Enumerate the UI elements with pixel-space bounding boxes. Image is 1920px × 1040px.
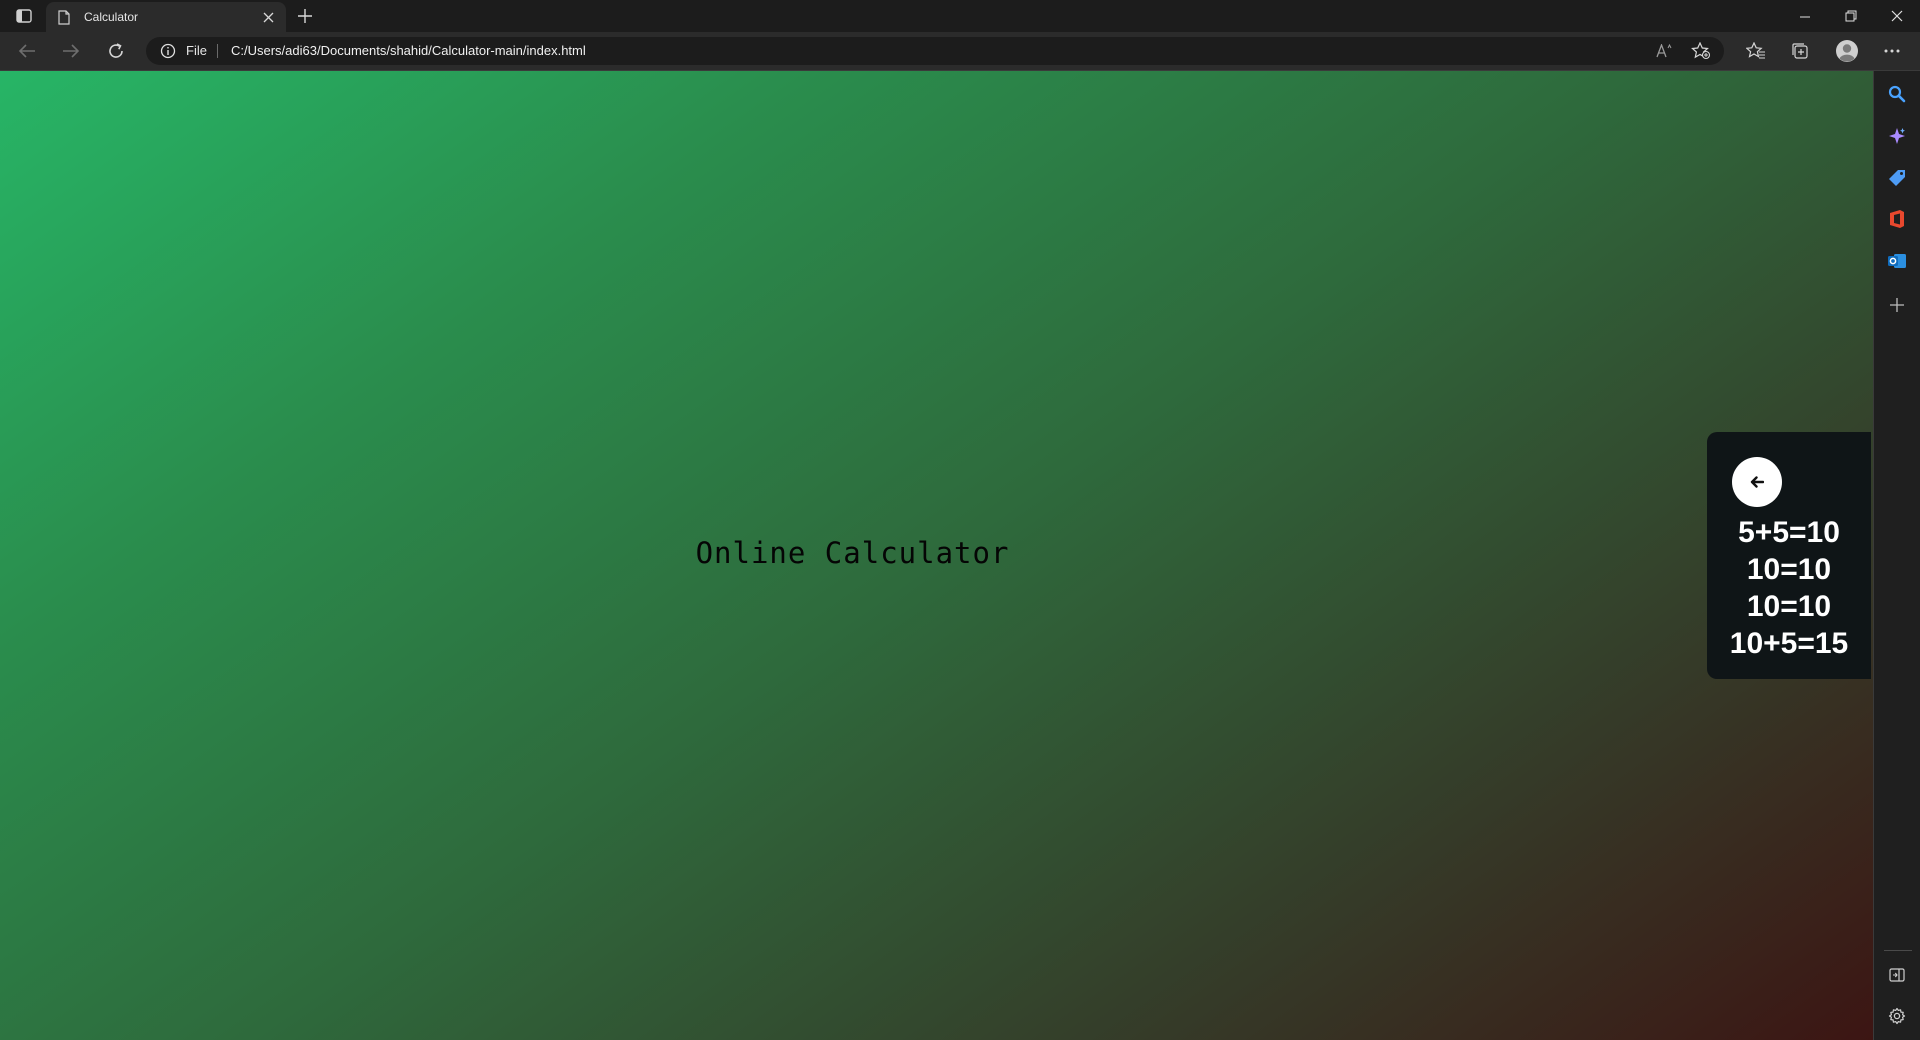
close-icon bbox=[1891, 10, 1903, 22]
office-icon bbox=[1890, 210, 1904, 228]
favorites-icon bbox=[1746, 42, 1765, 59]
history-item[interactable]: 10=10 bbox=[1707, 551, 1871, 588]
tab-strip: Calculator bbox=[0, 0, 1920, 32]
search-icon bbox=[1888, 85, 1906, 103]
history-list: 5+5=10 10=10 10=10 10+5=15 bbox=[1707, 514, 1871, 662]
copilot-icon bbox=[1889, 128, 1905, 144]
read-aloud-button[interactable] bbox=[1654, 41, 1676, 61]
add-favorite-icon bbox=[1691, 42, 1711, 60]
restore-button[interactable] bbox=[1828, 0, 1874, 32]
hide-sidebar-icon bbox=[1889, 968, 1905, 982]
close-icon bbox=[263, 12, 273, 22]
more-icon bbox=[1884, 49, 1900, 53]
add-icon bbox=[1890, 298, 1904, 312]
new-tab-button[interactable] bbox=[292, 4, 318, 28]
sidebar-add-button[interactable] bbox=[1883, 291, 1911, 319]
tab-title: Calculator bbox=[84, 10, 139, 24]
plus-icon bbox=[298, 9, 312, 23]
read-aloud-icon bbox=[1656, 44, 1672, 58]
favorites-button[interactable] bbox=[1741, 36, 1771, 66]
settings-icon bbox=[1888, 1007, 1906, 1025]
back-arrow-icon bbox=[1750, 476, 1764, 488]
site-info-label[interactable]: File bbox=[186, 43, 207, 58]
restore-icon bbox=[1845, 10, 1857, 22]
close-tab-button[interactable] bbox=[256, 5, 280, 29]
page-title: Online Calculator bbox=[695, 536, 1010, 570]
shopping-icon bbox=[1889, 170, 1905, 186]
forward-button[interactable] bbox=[56, 36, 86, 66]
history-back-button[interactable] bbox=[1732, 457, 1782, 507]
tab-actions-icon bbox=[16, 9, 32, 23]
profile-button[interactable] bbox=[1832, 36, 1862, 66]
more-button[interactable] bbox=[1877, 36, 1907, 66]
hide-sidebar-button[interactable] bbox=[1883, 961, 1911, 989]
outlook-icon bbox=[1888, 254, 1906, 268]
address-separator bbox=[217, 44, 218, 58]
window-controls bbox=[1782, 0, 1920, 32]
refresh-icon bbox=[109, 43, 123, 58]
minimize-icon bbox=[1799, 16, 1810, 17]
sidebar-outlook-button[interactable] bbox=[1883, 247, 1911, 275]
sidebar-copilot-button[interactable] bbox=[1883, 122, 1911, 150]
page-content: Online Calculator 5+5=10 10=10 10=10 10+… bbox=[0, 71, 1873, 1040]
add-favorite-button[interactable] bbox=[1690, 41, 1712, 61]
sidebar-divider bbox=[1884, 950, 1912, 951]
refresh-button[interactable] bbox=[101, 36, 131, 66]
url-text[interactable]: C:/Users/adi63/Documents/shahid/Calculat… bbox=[231, 43, 586, 58]
sidebar-shopping-button[interactable] bbox=[1883, 164, 1911, 192]
collections-icon bbox=[1792, 43, 1808, 59]
history-item[interactable]: 10+5=15 bbox=[1707, 625, 1871, 662]
sidebar-settings-button[interactable] bbox=[1883, 1002, 1911, 1030]
sidebar-search-button[interactable] bbox=[1883, 80, 1911, 108]
collections-button[interactable] bbox=[1785, 36, 1815, 66]
close-window-button[interactable] bbox=[1874, 0, 1920, 32]
tab-calculator[interactable]: Calculator bbox=[46, 2, 286, 32]
address-bar[interactable]: File C:/Users/adi63/Documents/shahid/Cal… bbox=[146, 37, 1724, 65]
minimize-button[interactable] bbox=[1782, 0, 1828, 32]
back-arrow-icon bbox=[18, 44, 35, 58]
profile-avatar-icon bbox=[1836, 40, 1858, 62]
history-panel: 5+5=10 10=10 10=10 10+5=15 bbox=[1707, 432, 1871, 679]
info-icon[interactable] bbox=[160, 43, 176, 59]
back-button[interactable] bbox=[12, 36, 42, 66]
history-item[interactable]: 10=10 bbox=[1707, 588, 1871, 625]
browser-toolbar: File C:/Users/adi63/Documents/shahid/Cal… bbox=[0, 32, 1920, 71]
sidebar-office-button[interactable] bbox=[1883, 205, 1911, 233]
browser-sidebar bbox=[1873, 71, 1920, 1040]
history-item[interactable]: 5+5=10 bbox=[1707, 514, 1871, 551]
page-icon bbox=[58, 9, 72, 25]
forward-arrow-icon bbox=[63, 44, 80, 58]
tab-actions-button[interactable] bbox=[12, 6, 36, 26]
